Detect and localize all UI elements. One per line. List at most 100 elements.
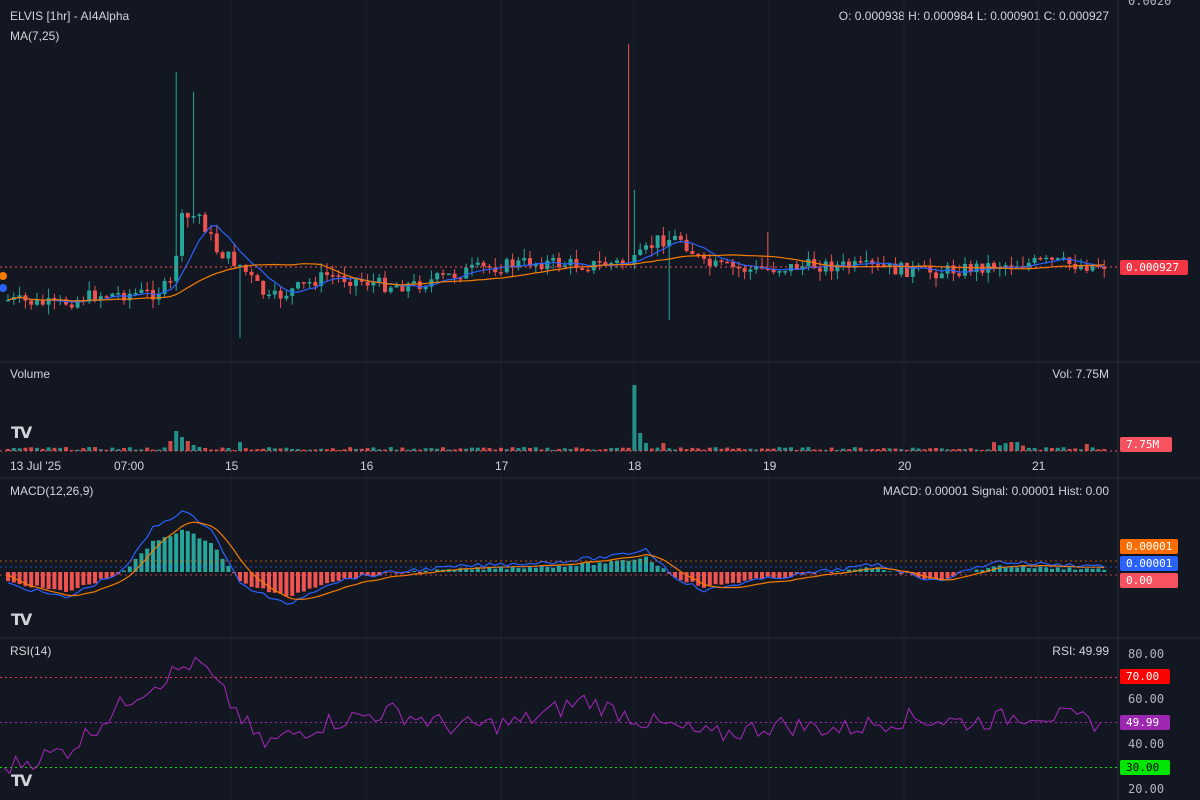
volume-bar [267,447,271,451]
macd-histogram-bar [243,572,248,584]
volume-bar [162,447,167,451]
macd-histogram-bar [591,564,596,572]
volume-bar [220,447,225,451]
time-axis-label: 20 [898,459,912,473]
macd-histogram-bar [40,572,45,588]
macd-histogram-bar [736,572,741,583]
rsi-tick-60: 60.00 [1128,692,1165,706]
time-axis-label: 19 [763,459,777,473]
candle-body [203,214,208,233]
volume-bar [678,447,683,451]
candle-body [522,258,527,261]
candle-body [632,255,637,265]
candle-body [545,260,550,270]
macd-tag-signal: 0.00001 [1120,556,1178,571]
candle-body [104,296,109,298]
macd-histogram-bar [533,567,538,572]
candle-body [673,235,677,240]
volume-tag: 7.75M [1120,437,1172,452]
macd-histogram-bar [319,572,324,586]
candle-body [93,290,97,301]
candle-body [267,294,271,297]
macd-histogram-bar [1096,568,1101,572]
price-moving-averages [0,224,1118,303]
candle-body [383,277,387,292]
candle-body [348,282,353,286]
candle-body [272,290,277,295]
candle-body [475,262,480,265]
candle-body [336,275,341,277]
macd-histogram-bar [887,571,892,572]
candle-body [313,281,318,286]
candle-body [46,298,51,305]
volume-bar [574,447,579,451]
volume-bar [191,445,196,451]
volume-bar [168,441,173,451]
macd-histogram-bar [644,556,648,572]
volume-bar [852,447,857,451]
candle-body [783,271,788,273]
volume-bar [1061,447,1066,451]
candle-body [615,260,619,263]
rsi-readout: RSI: 49.99 [1052,644,1109,658]
volume-pane-title: Volume [10,367,51,381]
macd-histogram-bar [1079,569,1083,572]
candle-body [678,235,683,240]
volume-bar [661,443,666,451]
candle-body [580,267,585,270]
macd-histogram-bar [1032,568,1037,572]
rsi-tick-40: 40.00 [1128,737,1165,751]
macd-histogram-bar [719,572,724,585]
time-axis-label: 18 [628,459,642,473]
volume-bar [725,447,730,451]
macd-histogram-bar [551,567,556,572]
volume-bar [46,447,51,451]
candle-body [325,272,329,275]
candle-body [568,259,573,266]
macd-histogram-bar [835,570,840,572]
volume-bar [400,447,405,451]
time-axis-label: 13 Jul '25 [10,459,61,473]
candle-body [731,262,735,267]
macd-histogram-bar [974,569,979,572]
macd-histogram-bar [870,569,875,572]
macd-histogram-bar [1090,568,1095,572]
candle-body [1038,257,1043,260]
macd-histogram-bar [122,570,126,572]
candle-body [1032,257,1037,263]
candle-body [261,280,266,295]
candle-body [539,263,544,270]
macd-histogram-bar [330,572,335,582]
macd-histogram-bar [313,572,318,588]
candle-body [168,281,173,283]
volume-bar [992,442,996,451]
chart-canvas[interactable] [0,0,1200,800]
macd-histogram-bar [180,529,184,572]
candle-body [139,289,144,293]
price-candles [6,44,1107,338]
macd-histogram-bar [510,567,515,572]
candle-body [649,245,654,248]
candle-body [725,261,730,264]
macd-histogram-bar [678,572,683,581]
macd-histogram-bar [209,542,213,572]
volume-bar [470,447,474,451]
volume-bar [441,447,445,451]
time-axis-label: 15 [225,459,239,473]
candle-body [255,275,260,281]
volume-bar [713,447,718,451]
candle-body [864,260,869,262]
candle-body [777,271,782,273]
candle-body [452,273,457,278]
volume-bar [638,433,643,451]
candle-body [876,264,880,266]
macd-histogram-bar [423,570,428,572]
volume-bar [185,441,190,451]
volume-bar [127,447,132,451]
candle-body [185,213,190,218]
candle-body [638,249,643,256]
candle-body [69,304,74,308]
candle-body [330,274,335,277]
candle-body [116,292,121,295]
macd-histogram-bar [516,568,521,572]
